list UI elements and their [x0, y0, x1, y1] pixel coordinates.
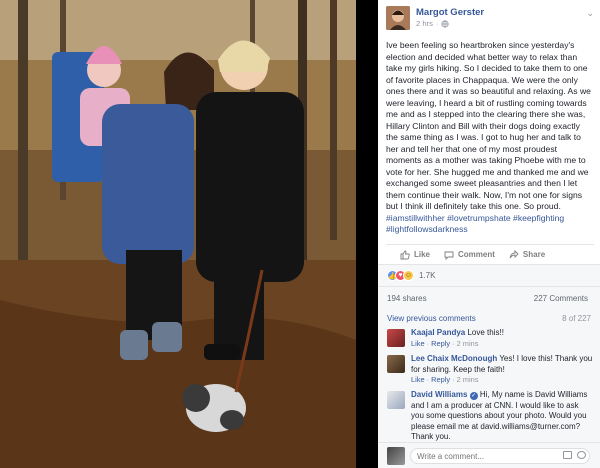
- comment-item: Lee Chaix McDonough Yes! I love this! Th…: [387, 354, 593, 390]
- reaction-count[interactable]: 1.7K: [419, 271, 435, 280]
- write-comment-bar: [378, 442, 600, 468]
- comment-meta: Like · Reply · 2 mins: [411, 375, 479, 384]
- view-previous-row: View previous comments 8 of 227: [387, 314, 591, 323]
- comment-body: Lee Chaix McDonough Yes! I love this! Th…: [411, 354, 593, 386]
- post-text: Ive been feeling so heartbroken since ye…: [386, 40, 591, 211]
- like-button[interactable]: Like: [400, 250, 430, 260]
- view-previous-comments-link[interactable]: View previous comments: [387, 314, 476, 323]
- post-body: Ive been feeling so heartbroken since ye…: [386, 40, 594, 236]
- photo-border: [356, 0, 378, 468]
- camera-icon[interactable]: [563, 451, 572, 459]
- commenter-name[interactable]: Lee Chaix McDonough: [411, 354, 497, 363]
- post-meta: 2 hrs ·: [416, 19, 450, 28]
- thumbs-up-icon: [400, 250, 410, 259]
- wow-reaction-icon: ☺: [403, 270, 414, 281]
- comment-button[interactable]: Comment: [444, 250, 495, 260]
- post-stats: 194 shares 227 Comments: [378, 286, 600, 310]
- comment-attachments: [563, 451, 586, 459]
- comment-time[interactable]: 2 mins: [457, 375, 479, 384]
- comment-time[interactable]: 2 mins: [457, 339, 479, 348]
- comments-shown-count: 8 of 227: [562, 314, 591, 323]
- like-label: Like: [414, 250, 431, 259]
- share-button[interactable]: Share: [509, 249, 546, 260]
- post-hashtags[interactable]: #iamstillwithher #lovetrumpshate #keepfi…: [386, 213, 594, 236]
- comment-like-link[interactable]: Like: [411, 375, 425, 384]
- author-avatar-image: [386, 6, 410, 30]
- comment-text: Love this!!: [467, 328, 504, 337]
- comment-reply-link[interactable]: Reply: [431, 339, 450, 348]
- reactions-bar[interactable]: 👍 ♥ ☺ 1.7K: [378, 264, 600, 286]
- globe-icon: [441, 19, 450, 28]
- comment-label: Comment: [458, 250, 495, 259]
- post-options-chevron-icon[interactable]: ⌄: [586, 8, 594, 19]
- commenter-name[interactable]: David Williams: [411, 390, 467, 399]
- comment-body: David Williams ✓ Hi, My name is David Wi…: [411, 390, 593, 443]
- emoji-icon[interactable]: [577, 451, 586, 459]
- author-avatar[interactable]: [386, 6, 410, 30]
- shares-count[interactable]: 194 shares: [387, 294, 427, 303]
- share-arrow-icon: [509, 249, 519, 258]
- separator: ·: [435, 19, 439, 28]
- commenter-avatar[interactable]: [387, 391, 405, 409]
- comment-item: David Williams ✓ Hi, My name is David Wi…: [387, 390, 593, 442]
- forest-scene: [0, 0, 356, 468]
- current-user-avatar: [387, 447, 405, 465]
- verified-badge-icon: ✓: [469, 392, 478, 400]
- post-actions: Like Comment Share: [386, 244, 594, 264]
- comment-like-link[interactable]: Like: [411, 339, 425, 348]
- post-panel: Margot Gerster 2 hrs · ⌄ Ive been feelin…: [378, 0, 600, 468]
- comments-section: View previous comments 8 of 227 Kaajal P…: [378, 310, 600, 442]
- comment-body: Kaajal Pandya Love this!! Like · Reply ·…: [411, 328, 593, 349]
- comment-icon: [444, 251, 454, 260]
- comment-item: Kaajal Pandya Love this!! Like · Reply ·…: [387, 328, 593, 354]
- commenter-avatar[interactable]: [387, 355, 405, 373]
- commenter-name[interactable]: Kaajal Pandya: [411, 328, 465, 337]
- comment-meta: Like · Reply · 2 mins: [411, 338, 479, 348]
- comments-count[interactable]: 227 Comments: [534, 294, 588, 303]
- post-photo[interactable]: [0, 0, 356, 468]
- comment-reply-link[interactable]: Reply: [431, 375, 450, 384]
- post-header: Margot Gerster 2 hrs · ⌄: [386, 6, 594, 30]
- author-name[interactable]: Margot Gerster: [416, 7, 484, 18]
- commenter-avatar[interactable]: [387, 329, 405, 347]
- post-time[interactable]: 2 hrs: [416, 19, 433, 28]
- share-label: Share: [522, 250, 546, 259]
